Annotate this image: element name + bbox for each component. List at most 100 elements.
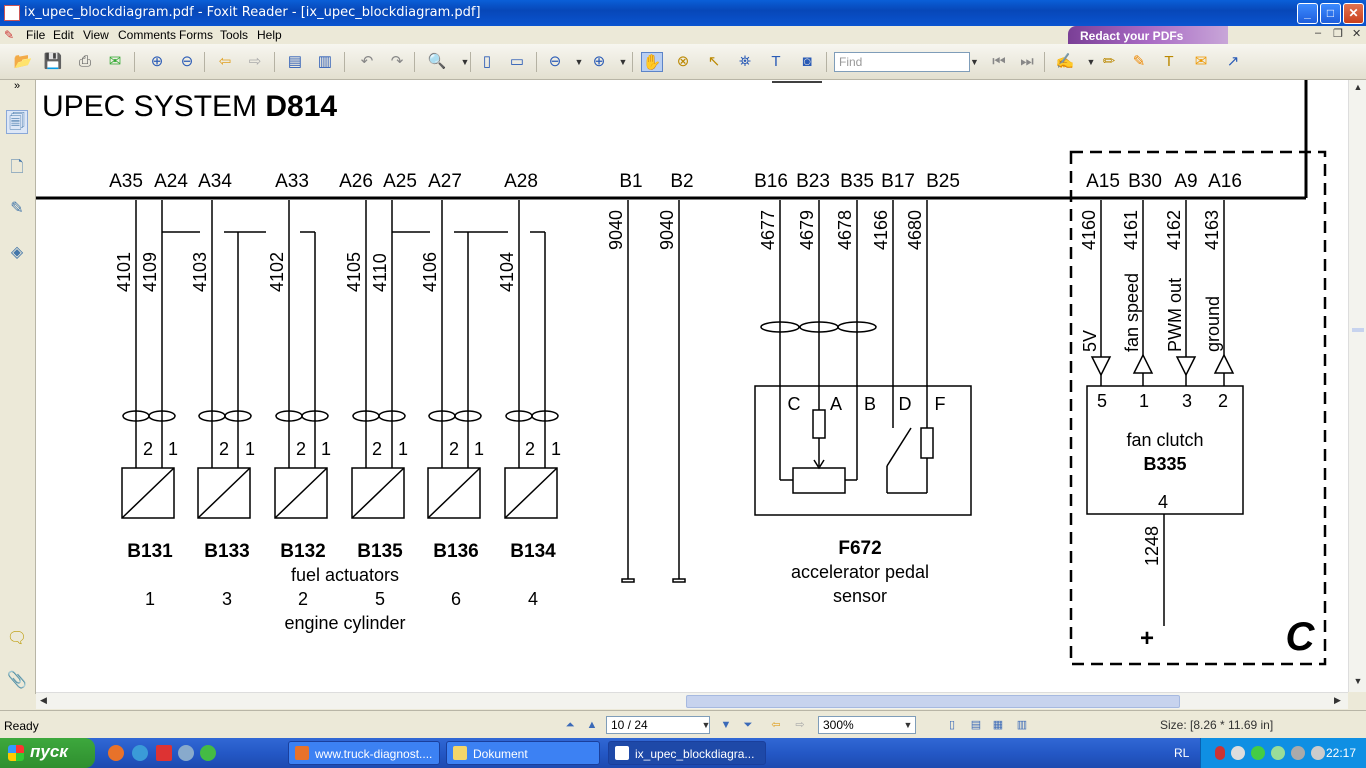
horizontal-scroll-thumb[interactable] [686, 695, 1180, 708]
print-icon[interactable]: ⎙ [74, 52, 96, 72]
find-dropdown-icon[interactable]: ▼ [970, 52, 982, 72]
horizontal-scrollbar[interactable]: ◀ ▶ [36, 692, 1348, 709]
camera-icon[interactable]: ◙ [796, 52, 818, 72]
minimize-button[interactable]: _ [1297, 3, 1318, 24]
doc-close-button[interactable]: ✕ [1352, 27, 1361, 40]
page-number-input[interactable]: 10 / 24 [606, 716, 710, 734]
menu-tools[interactable]: Tools [220, 28, 248, 42]
open-icon[interactable]: 📂 [12, 52, 34, 72]
vertical-scrollbar[interactable]: ▲ ▼ [1348, 80, 1366, 692]
network-icon[interactable] [1231, 746, 1245, 760]
back-icon[interactable]: ⇦ [214, 52, 236, 72]
foxit-app-icon[interactable] [4, 5, 20, 21]
task-dokument[interactable]: Dokument [446, 741, 600, 765]
extract-icon[interactable]: ▤ [284, 52, 306, 72]
doc-menu-icon[interactable]: ✎ [4, 28, 14, 42]
zoom-in-icon[interactable]: ⊕ [588, 52, 610, 72]
maximize-button[interactable]: □ [1320, 3, 1341, 24]
menu-edit[interactable]: Edit [53, 28, 74, 42]
redact-banner[interactable]: Redact your PDFs [1068, 26, 1228, 46]
volume-icon[interactable] [1291, 746, 1305, 760]
save-icon[interactable]: 💾 [42, 52, 64, 72]
page-dropdown-icon[interactable]: ▼ [698, 717, 714, 733]
tray-icon[interactable] [1215, 746, 1225, 760]
status-back-icon[interactable]: ⇦ [768, 717, 784, 733]
chrome-icon[interactable] [200, 745, 216, 761]
zoom-out-icon[interactable]: ⊖ [544, 52, 566, 72]
scroll-left-icon[interactable]: ◀ [40, 695, 47, 706]
find-next-icon[interactable]: ⏭ [1016, 52, 1038, 72]
text-viewer-icon[interactable]: ⊗ [672, 52, 694, 72]
last-page-icon[interactable]: ⏷ [740, 717, 756, 733]
highlight-icon[interactable]: ✏ [1098, 52, 1120, 72]
start-button[interactable]: пуск [0, 738, 95, 768]
menu-file[interactable]: File [26, 28, 45, 42]
prev-page-icon[interactable]: ⊕ [146, 52, 168, 72]
doc-minimize-button[interactable]: – [1315, 27, 1321, 39]
hand-tool-icon[interactable]: ✋ [641, 52, 663, 72]
signature-icon[interactable]: ✎ [6, 198, 28, 222]
quicklaunch-app-icon[interactable] [156, 745, 172, 761]
security-icon[interactable] [1251, 746, 1265, 760]
pages-icon[interactable]: 🗋 [6, 156, 28, 180]
redo-icon[interactable]: ↷ [386, 52, 408, 72]
zoom-out-dropdown-icon[interactable]: ▼ [568, 52, 590, 72]
attachments-icon[interactable]: 📎 [6, 670, 28, 694]
continuous-icon[interactable]: ▤ [968, 717, 984, 733]
zoom-icon[interactable]: 🔍 [426, 52, 448, 72]
language-indicator[interactable]: RL [1174, 746, 1189, 760]
zoom-in-dropdown-icon[interactable]: ▼ [612, 52, 634, 72]
find-prev-icon[interactable]: ⏮ [988, 52, 1010, 72]
next-page-icon[interactable]: ⊖ [176, 52, 198, 72]
menu-forms[interactable]: Forms [179, 28, 213, 42]
task-browser[interactable]: www.truck-diagnost.... [288, 741, 440, 765]
typewriter-icon[interactable]: ✍ [1054, 52, 1076, 72]
safely-remove-icon[interactable] [1311, 746, 1325, 760]
expand-panel-icon[interactable]: » [6, 80, 28, 104]
scroll-right-icon[interactable]: ▶ [1334, 695, 1341, 706]
single-page-icon[interactable]: ▯ [944, 717, 960, 733]
vertical-scroll-thumb[interactable] [1352, 328, 1364, 332]
doc-restore-button[interactable]: ❐ [1333, 27, 1343, 40]
scroll-down-icon[interactable]: ▼ [1352, 676, 1364, 688]
clock[interactable]: 22:17 [1326, 746, 1356, 760]
fan-signal-label: PWM out [1165, 278, 1185, 352]
select-text-icon[interactable]: T [765, 52, 787, 72]
layers-icon[interactable]: ◈ [6, 242, 28, 266]
menu-help[interactable]: Help [257, 28, 282, 42]
arrow-icon[interactable]: ↗ [1222, 52, 1244, 72]
ie-icon[interactable] [132, 745, 148, 761]
find-input[interactable]: Find [834, 52, 970, 72]
fit-width-icon[interactable]: ▭ [506, 52, 528, 72]
document-view[interactable]: UPEC SYSTEM D814 A35 A24 A34 A33 A26 A25… [36, 80, 1348, 692]
undo-icon[interactable]: ↶ [356, 52, 378, 72]
forward-icon[interactable]: ⇨ [244, 52, 266, 72]
pencil-icon[interactable]: ✎ [1128, 52, 1150, 72]
facing-icon[interactable]: ▦ [990, 717, 1006, 733]
menu-comments[interactable]: Comments [118, 28, 176, 42]
update-icon[interactable] [1271, 746, 1285, 760]
next-page-button-icon[interactable]: ▼ [718, 717, 734, 733]
bookmarks-icon[interactable]: 🗐 [6, 110, 28, 134]
media-icon[interactable] [178, 745, 194, 761]
fit-page-icon[interactable]: ▯ [476, 52, 498, 72]
comments-panel-icon[interactable]: 🗨 [6, 628, 28, 652]
menu-view[interactable]: View [83, 28, 109, 42]
zoom-dropdown-icon[interactable]: ▼ [454, 52, 476, 72]
textbox-icon[interactable]: T [1158, 52, 1180, 72]
select-tool-icon[interactable]: ↖ [703, 52, 725, 72]
snapshot-binoculars-icon[interactable]: ⛯ [734, 52, 756, 72]
close-button[interactable]: ✕ [1343, 3, 1364, 24]
prev-page-button-icon[interactable]: ▲ [584, 717, 600, 733]
email-icon[interactable]: ✉ [104, 52, 126, 72]
pdf-task-icon [615, 746, 629, 760]
zoom-level-dropdown-icon[interactable]: ▼ [900, 717, 916, 733]
status-forward-icon[interactable]: ⇨ [792, 717, 808, 733]
firefox-icon[interactable] [108, 745, 124, 761]
task-foxit[interactable]: ix_upec_blockdiagra... [608, 741, 766, 765]
scroll-up-icon[interactable]: ▲ [1352, 82, 1364, 94]
first-page-icon[interactable]: ⏶ [562, 717, 578, 733]
note-icon[interactable]: ✉ [1190, 52, 1212, 72]
insert-icon[interactable]: ▥ [314, 52, 336, 72]
continuous-facing-icon[interactable]: ▥ [1014, 717, 1030, 733]
